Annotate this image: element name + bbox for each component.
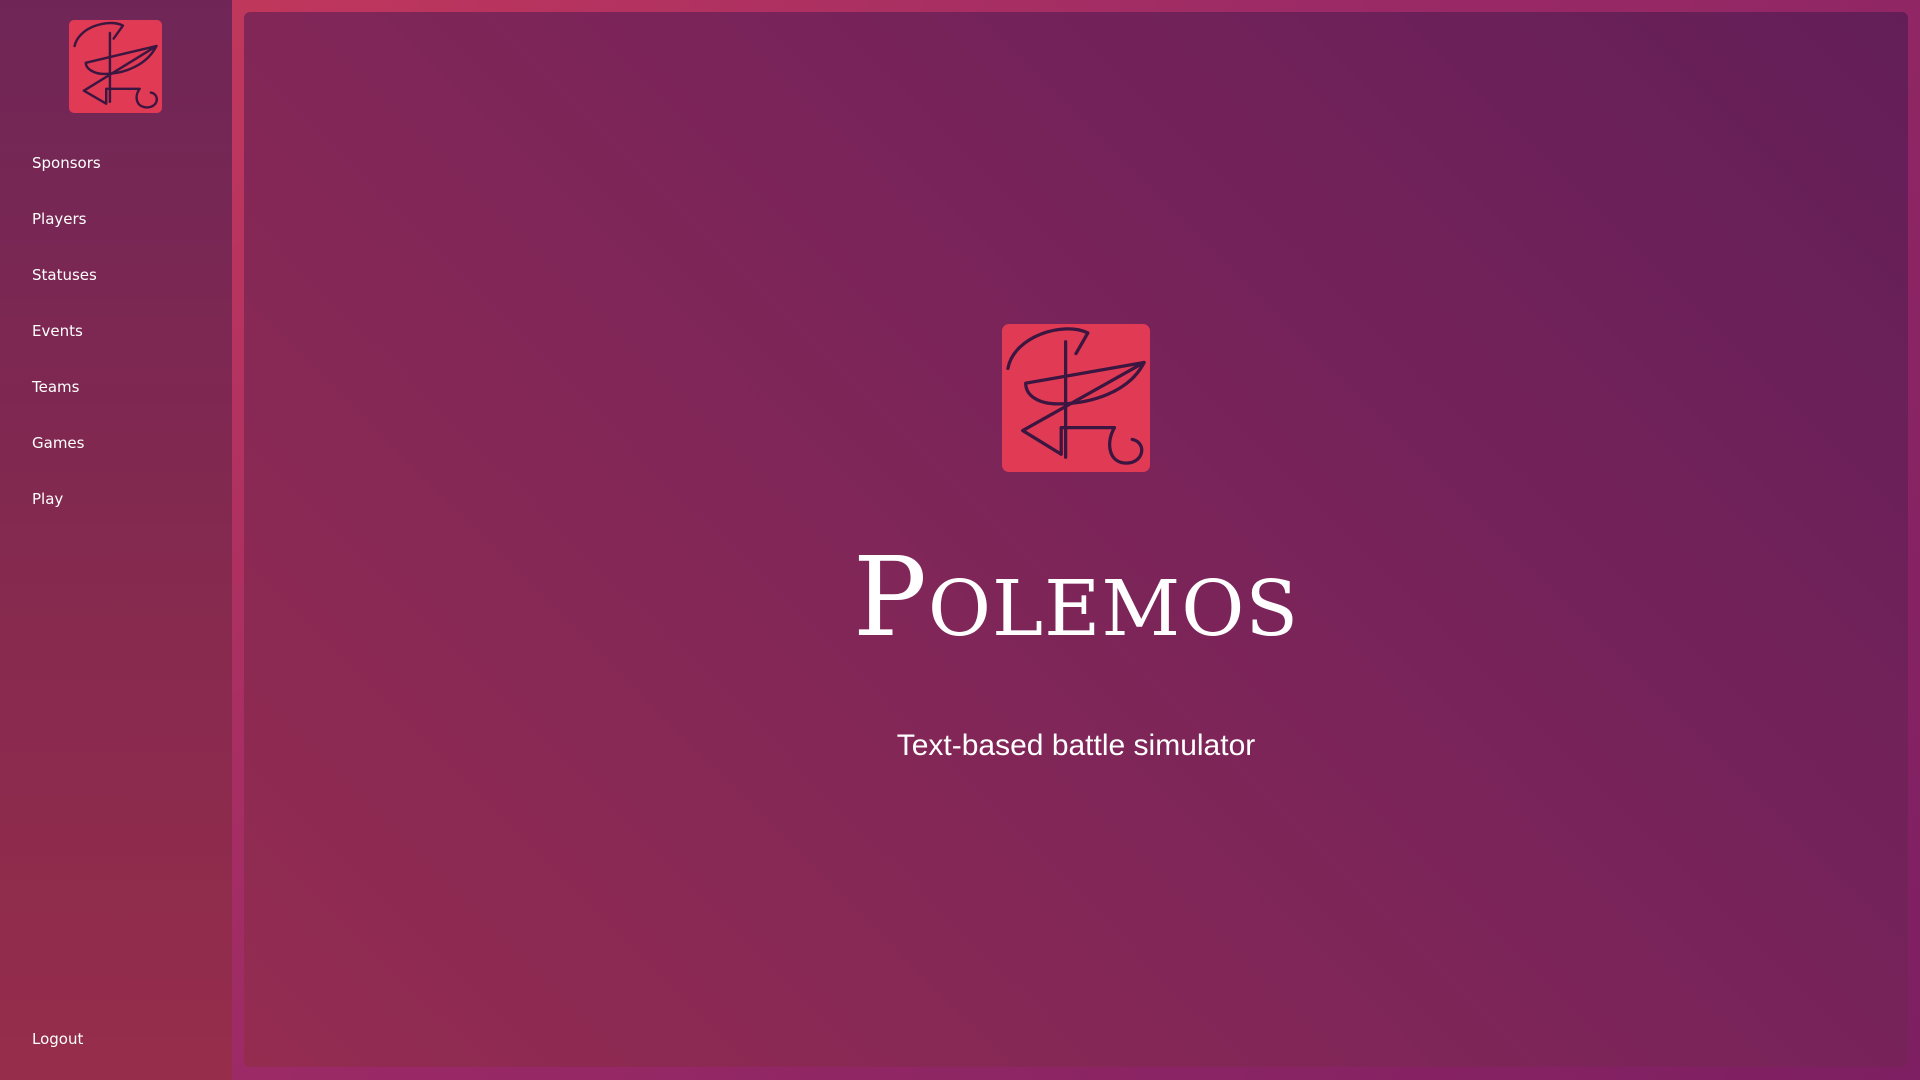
- sidebar-item-statuses[interactable]: Statuses: [32, 262, 101, 318]
- sidebar: Sponsors Players Statuses Events Teams G…: [0, 0, 232, 1080]
- sidebar-item-play[interactable]: Play: [32, 486, 101, 542]
- sidebar-item-sponsors[interactable]: Sponsors: [32, 150, 101, 206]
- app-subtitle: Text-based battle simulator: [896, 729, 1256, 762]
- polemos-logo-icon: [1002, 324, 1150, 472]
- app-title: Polemos: [852, 533, 1300, 661]
- logout-button[interactable]: Logout: [32, 1026, 83, 1052]
- sidebar-nav: Sponsors Players Statuses Events Teams G…: [32, 150, 101, 542]
- main-panel: Polemos Text-based battle simulator: [244, 12, 1908, 1067]
- sidebar-item-teams[interactable]: Teams: [32, 374, 101, 430]
- sidebar-item-events[interactable]: Events: [32, 318, 101, 374]
- sidebar-logo-icon[interactable]: [69, 20, 162, 113]
- sidebar-item-games[interactable]: Games: [32, 430, 101, 486]
- sidebar-item-players[interactable]: Players: [32, 206, 101, 262]
